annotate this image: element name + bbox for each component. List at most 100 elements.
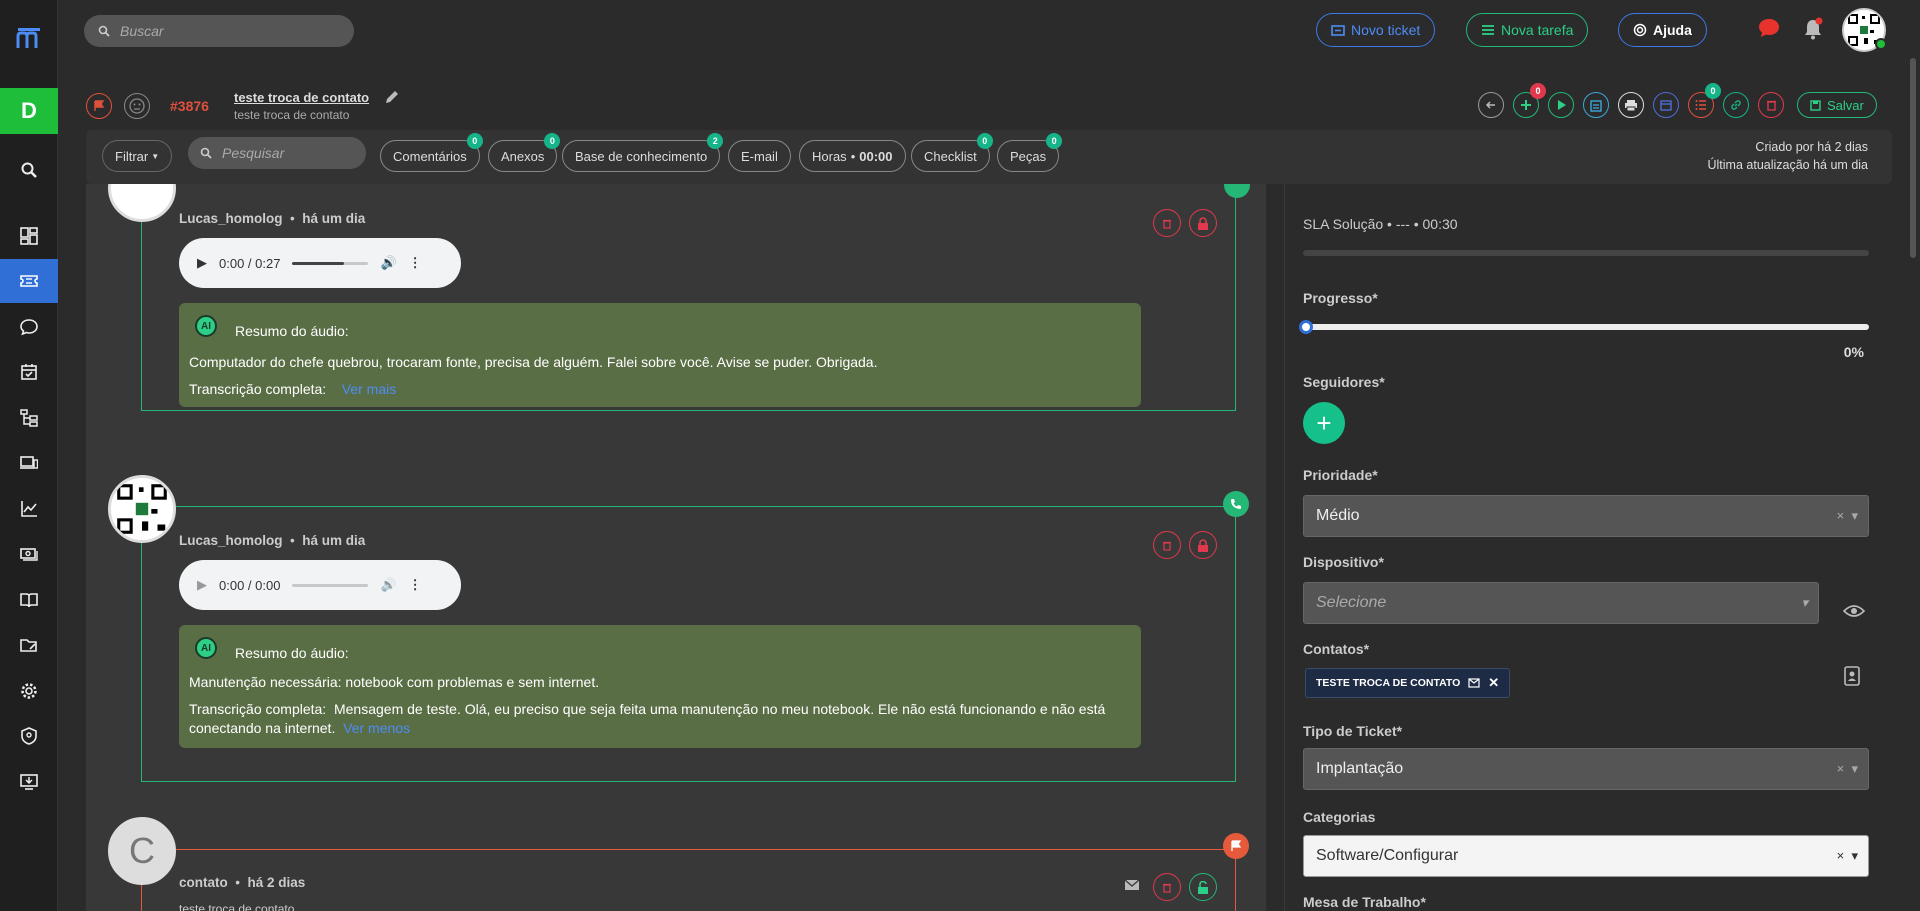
link-button[interactable] (1723, 92, 1749, 118)
volume-icon[interactable]: 🔊 (380, 255, 396, 271)
priority-select[interactable]: Médio × ▾ (1303, 495, 1869, 537)
audio-progress[interactable] (292, 583, 369, 587)
global-search-input[interactable] (120, 23, 340, 39)
sidebar-item-security[interactable] (0, 714, 58, 758)
priority-label: Prioridade* (1303, 467, 1378, 483)
eye-icon[interactable] (1842, 604, 1866, 621)
envelope-icon[interactable] (1468, 678, 1480, 688)
pencil-icon[interactable] (384, 89, 400, 108)
sidebar-item-knowledge[interactable] (0, 578, 58, 622)
global-search[interactable] (84, 15, 354, 47)
volume-icon[interactable]: 🔊 (380, 577, 396, 593)
comment-author[interactable]: contato (179, 875, 228, 890)
flag-button[interactable] (86, 93, 112, 119)
ticket-id: #3876 (170, 98, 209, 114)
new-ticket-button[interactable]: Novo ticket (1316, 13, 1436, 47)
clipboard-button[interactable] (1583, 92, 1609, 118)
sidebar-item-dashboard[interactable] (0, 214, 58, 258)
sidebar-item-remote[interactable] (0, 760, 58, 804)
help-label: Ajuda (1653, 22, 1692, 38)
feed-search-input[interactable] (222, 145, 362, 161)
page-scrollbar[interactable] (1906, 0, 1920, 911)
back-button[interactable] (1478, 92, 1504, 118)
delete-comment-button[interactable] (1153, 873, 1181, 901)
play-button[interactable] (1548, 92, 1574, 118)
envelope-icon[interactable] (1124, 878, 1140, 894)
tab-checklist[interactable]: Checklist 0 (911, 133, 993, 172)
filter-dropdown[interactable]: Filtrar ▼ (102, 140, 173, 172)
delete-ticket-button[interactable] (1758, 92, 1784, 118)
tab-email[interactable]: E-mail (728, 140, 791, 172)
ticket-title[interactable]: teste troca de contato (234, 90, 369, 105)
play-icon[interactable]: ▶ (197, 255, 207, 271)
audio-player[interactable]: ▶ 0:00 / 0:27 🔊 ⋮ (179, 238, 461, 288)
caret-down-icon[interactable]: ▾ (1801, 595, 1808, 611)
add-button[interactable]: 0 (1513, 83, 1546, 118)
delete-comment-button[interactable] (1153, 209, 1181, 237)
delete-comment-button[interactable] (1153, 531, 1181, 559)
audio-player[interactable]: ▶ 0:00 / 0:00 🔊 ⋮ (179, 560, 461, 610)
transcription-line: Transcrição completa: Mensagem de teste.… (189, 700, 1127, 738)
tab-knowledge-base[interactable]: Base de conhecimento 2 (562, 133, 724, 172)
save-button[interactable]: Salvar (1797, 92, 1877, 118)
tasks-button[interactable]: 0 (1688, 83, 1721, 118)
print-button[interactable] (1618, 92, 1644, 118)
download-monitor-icon (20, 774, 38, 790)
tab-hours[interactable]: Horas • 00:00 (799, 140, 906, 172)
new-task-button[interactable]: Nova tarefa (1466, 13, 1589, 47)
ticket-type-select[interactable]: Implantação × ▾ (1303, 748, 1869, 790)
tab-comments[interactable]: Comentários 0 (380, 133, 483, 172)
audio-progress[interactable] (292, 261, 369, 265)
feed-search[interactable] (188, 137, 366, 169)
see-less-link[interactable]: Ver menos (343, 720, 410, 736)
clear-caret-icon[interactable]: × ▾ (1837, 761, 1858, 777)
gear-icon (21, 683, 37, 699)
tab-parts[interactable]: Peças 0 (997, 133, 1063, 172)
tenant-badge[interactable]: D (0, 88, 58, 134)
comment-author[interactable]: Lucas_homolog (179, 533, 283, 548)
more-options-icon[interactable]: ⋮ (409, 255, 422, 271)
app-logo[interactable] (0, 16, 58, 62)
tab-comments-badge: 0 (466, 133, 483, 149)
lock-icon (1198, 538, 1208, 552)
sidebar-item-reports[interactable] (0, 487, 58, 531)
bell-icon[interactable] (1802, 17, 1824, 44)
scrollbar-thumb[interactable] (1910, 58, 1916, 258)
ticket-feed[interactable]: Lucas_homolog • há um dia ▶ 0:00 / 0:27 … (86, 184, 1266, 911)
help-button[interactable]: Ajuda (1618, 13, 1707, 47)
device-select[interactable]: Selecione ▾ (1303, 582, 1819, 624)
sidebar-item-search[interactable] (0, 148, 58, 192)
schedule-button[interactable] (1653, 92, 1679, 118)
floppy-icon (1810, 99, 1821, 111)
clear-caret-icon[interactable]: × ▾ (1837, 848, 1858, 864)
contact-chip[interactable]: TESTE TROCA DE CONTATO ✕ (1305, 668, 1511, 698)
contact-card-icon[interactable] (1843, 666, 1861, 689)
ticket-type-value: Implantação (1316, 760, 1404, 777)
comment-time: há um dia (302, 211, 366, 226)
sidebar-item-files[interactable] (0, 623, 58, 667)
tab-parts-label: Peças (1010, 148, 1047, 164)
lock-button[interactable] (1189, 531, 1217, 559)
sidebar-item-chat[interactable] (0, 305, 58, 349)
sidebar-item-settings[interactable] (0, 669, 58, 713)
more-options-icon[interactable]: ⋮ (409, 577, 422, 593)
see-more-link[interactable]: Ver mais (342, 381, 396, 397)
categories-select[interactable]: Software/Configurar × ▾ (1303, 835, 1869, 877)
add-follower-button[interactable]: + (1303, 402, 1345, 444)
progress-slider[interactable] (1299, 320, 1869, 334)
satisfaction-button[interactable] (124, 93, 150, 119)
sidebar-item-devices[interactable] (0, 441, 58, 485)
clear-caret-icon[interactable]: × ▾ (1837, 508, 1858, 524)
sidebar-item-tickets[interactable] (0, 259, 58, 303)
sidebar-item-calendar[interactable] (0, 350, 58, 394)
unlock-button[interactable] (1189, 873, 1217, 901)
play-icon[interactable]: ▶ (197, 577, 207, 593)
lock-button[interactable] (1189, 209, 1217, 237)
comment-author[interactable]: Lucas_homolog (179, 211, 283, 226)
progress-slider-knob[interactable] (1299, 320, 1313, 334)
tab-attachments[interactable]: Anexos 0 (488, 133, 561, 172)
sidebar-item-tree[interactable] (0, 396, 58, 440)
remove-contact-icon[interactable]: ✕ (1488, 675, 1499, 691)
sidebar-item-finance[interactable] (0, 532, 58, 576)
chat-bubble-icon[interactable] (1758, 18, 1780, 41)
